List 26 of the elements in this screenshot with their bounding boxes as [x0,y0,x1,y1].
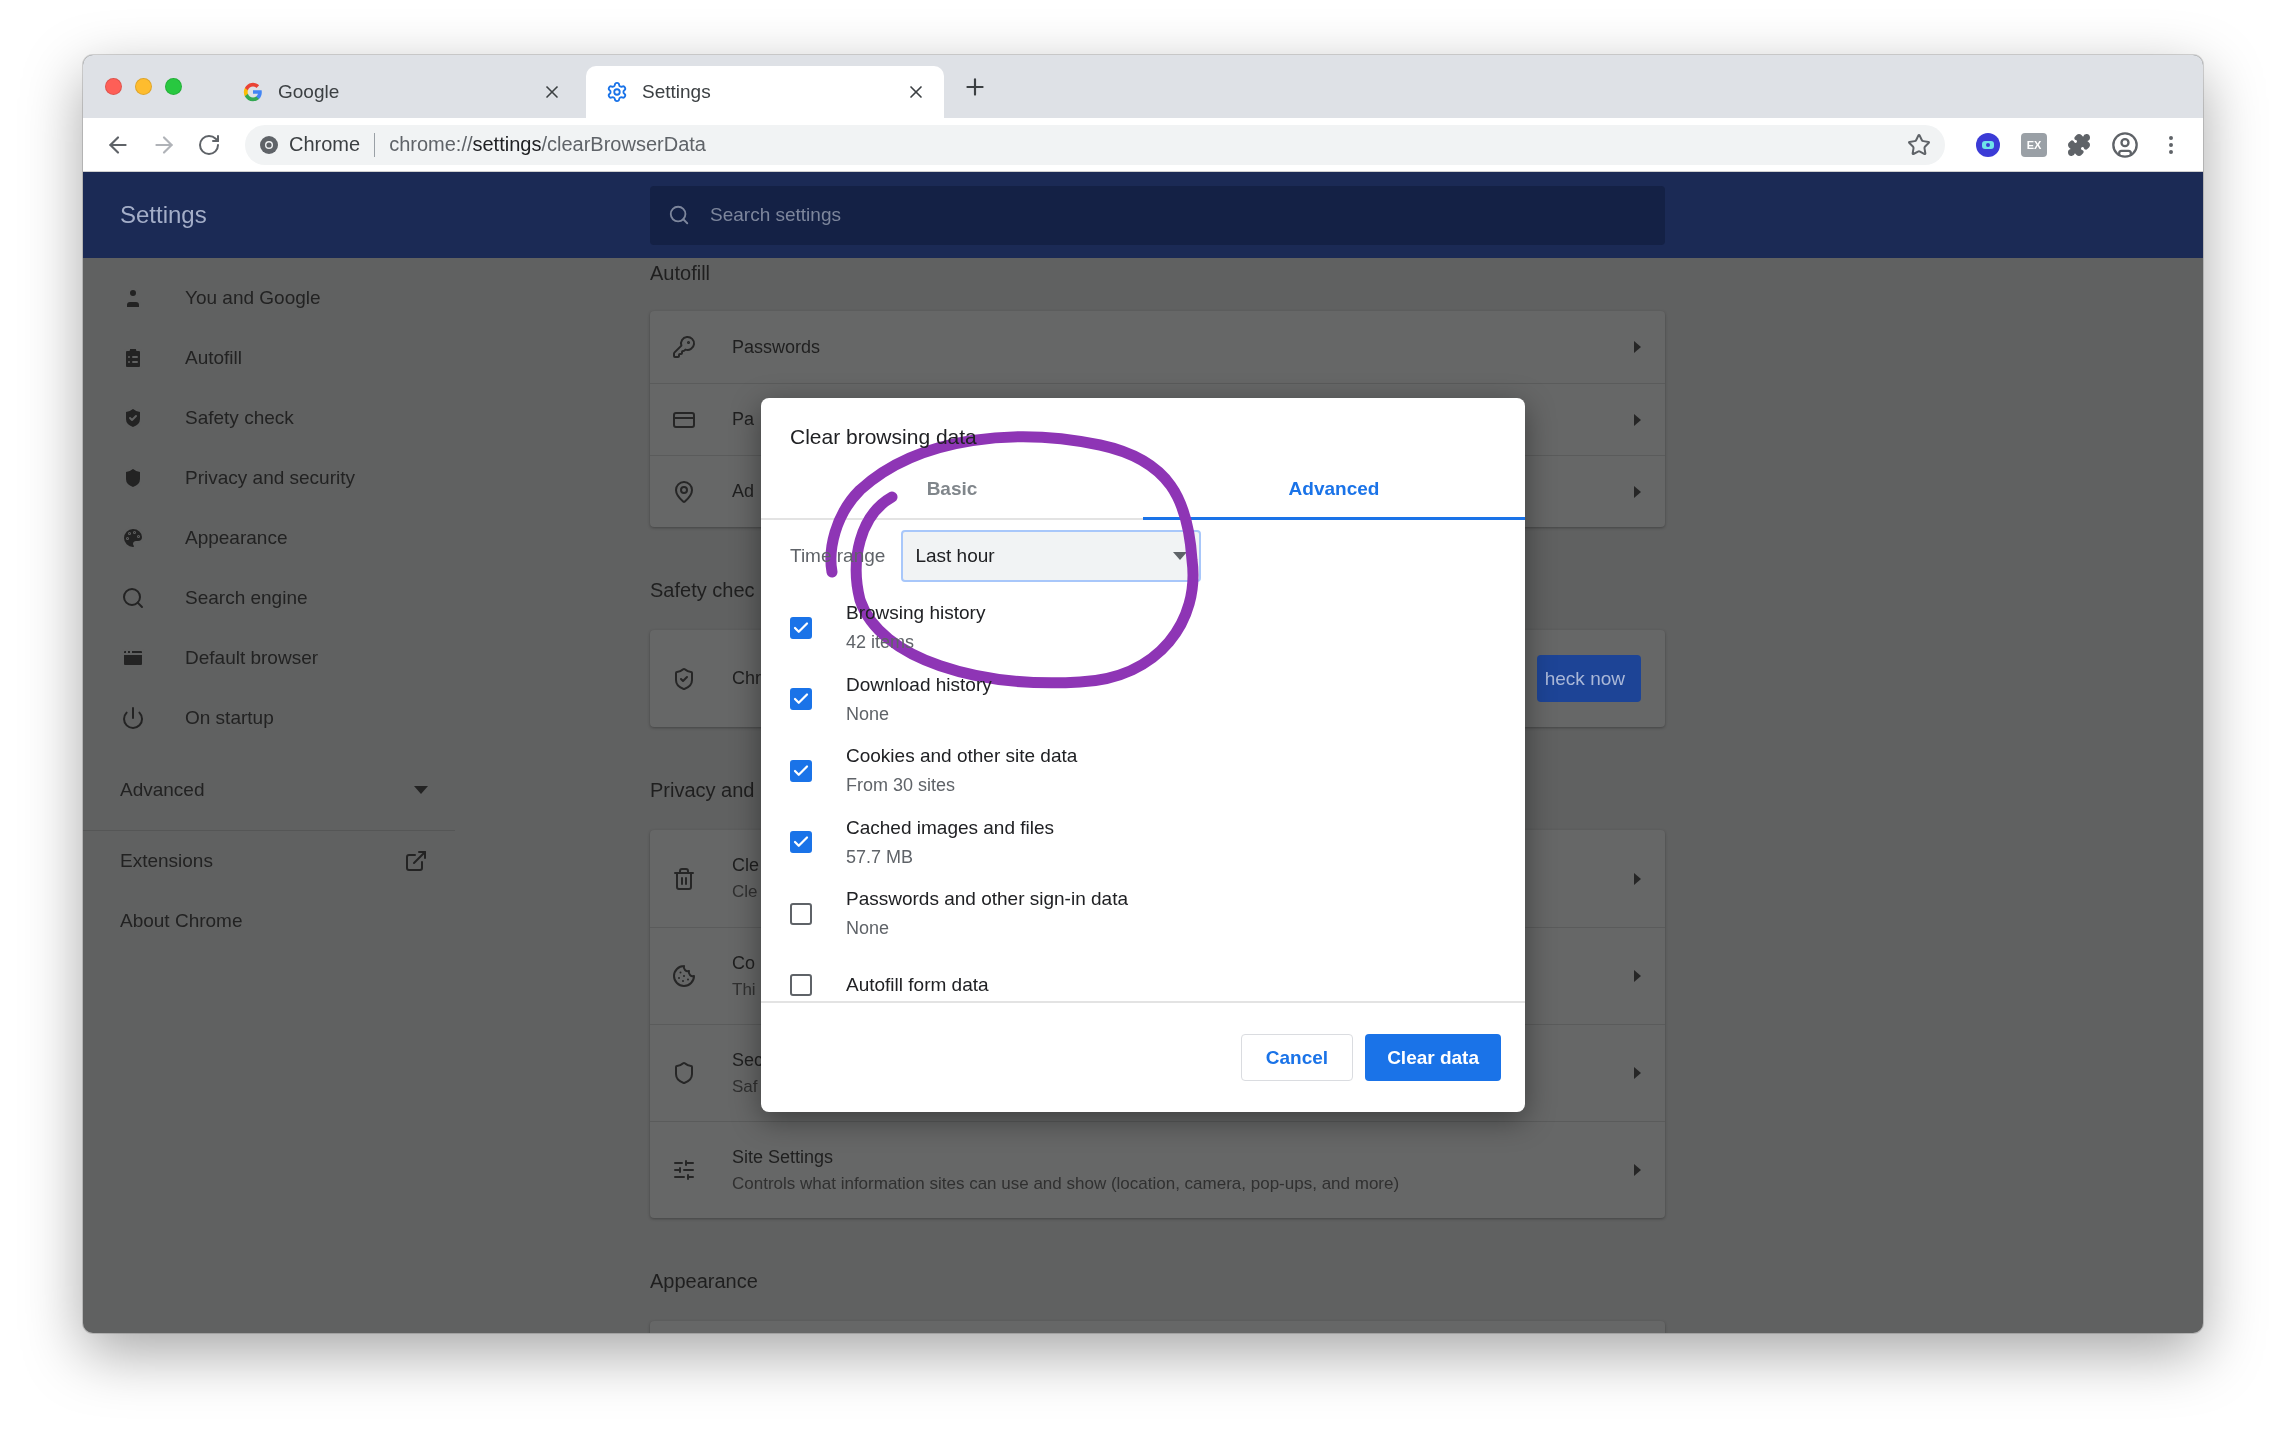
option-detail: None [846,918,890,940]
row-title: Sec [732,1049,764,1071]
section-heading: Appearance [650,1269,758,1294]
section-heading: Autofill [650,261,711,286]
tab-title: Settings [642,81,712,103]
option-label: Cookies and other site data [846,745,1078,768]
option-detail: 57.7 MB [846,846,914,868]
row-title: Passwords [732,336,821,358]
site-label: Chrome [289,133,361,156]
url-text: chrome://settings/clearBrowserData [389,133,707,156]
option-label: Download history [846,673,992,696]
section-heading: Safety chec [650,578,755,603]
option-label: Autofill form data [846,974,989,997]
row-title: Pa [732,409,755,430]
section-heading: Privacy and [650,778,755,803]
row-title: Cle [732,855,759,876]
row-title: Co [732,952,755,974]
option-detail: From 30 sites [846,775,956,797]
row-title: Site Settings [732,1146,834,1168]
option-label: Passwords and other sign-in data [846,888,1128,911]
tab-title: Google [278,81,341,103]
row-title: Ad [732,481,755,502]
option-detail: None [846,703,890,725]
row-title: Chr [732,668,761,689]
option-label: Cached images and files [846,816,1055,839]
page-title: Settings [119,201,208,229]
